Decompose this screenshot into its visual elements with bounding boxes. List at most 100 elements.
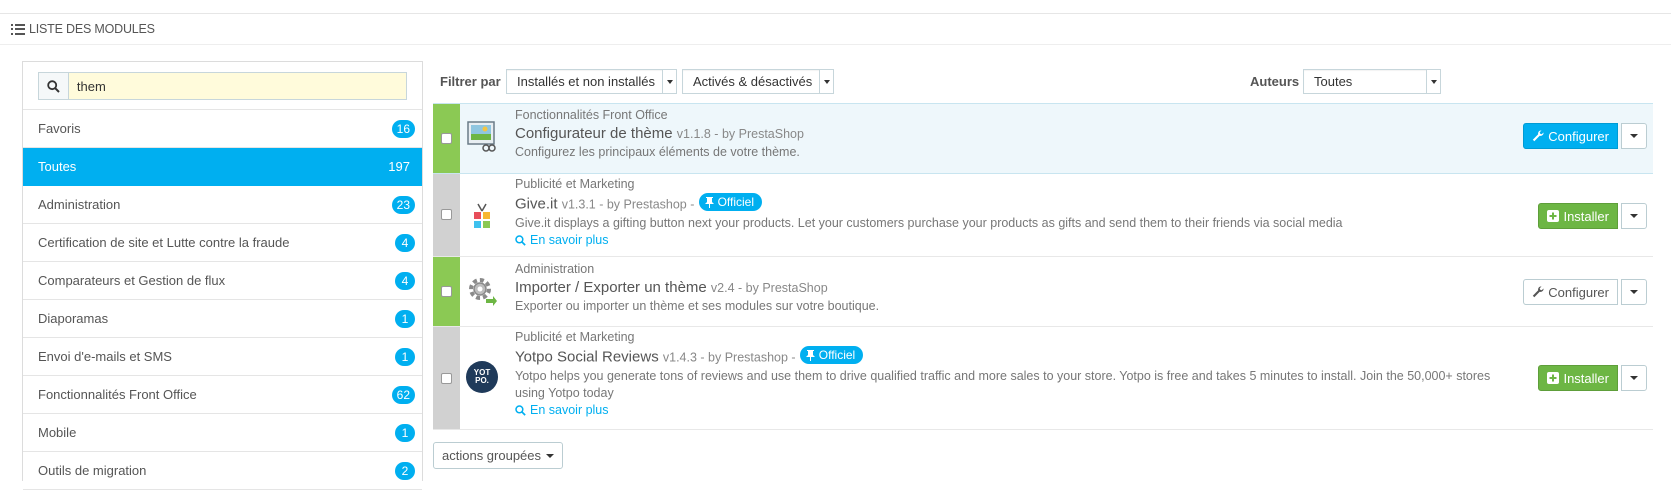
module-actions: Installer [1538, 365, 1647, 391]
panel-title: Liste des modules [29, 22, 155, 36]
module-info: Publicité et Marketing Give.it v1.3.1 - … [515, 176, 1503, 249]
module-info: Fonctionnalités Front Office Configurate… [515, 107, 1503, 161]
category-item-front-office[interactable]: Fonctionnalités Front Office 62 [23, 376, 422, 414]
module-name-line: Yotpo Social Reviews v1.4.3 - by Prestas… [515, 346, 1508, 368]
module-name: Give.it [515, 195, 558, 213]
list-icon [11, 23, 25, 35]
module-row: Publicité et Marketing Give.it v1.3.1 - … [433, 174, 1653, 257]
module-checkbox[interactable] [441, 286, 452, 297]
search-row [23, 62, 422, 110]
module-name-line: Give.it v1.3.1 - by Prestashop - Officie… [515, 193, 1503, 215]
module-description: Yotpo helps you generate tons of reviews… [515, 368, 1491, 400]
module-dropdown-toggle[interactable] [1621, 123, 1647, 149]
official-badge: Officiel [799, 346, 864, 364]
module-info: Administration Importer / Exporter un th… [515, 261, 1503, 315]
category-label: Favoris [38, 121, 81, 136]
category-item-diaporamas[interactable]: Diaporamas 1 [23, 300, 422, 338]
module-table: Fonctionnalités Front Office Configurate… [433, 103, 1653, 430]
category-label: Certification de site et Lutte contre la… [38, 235, 290, 250]
learn-more-link[interactable]: En savoir plus [515, 232, 1503, 249]
bulk-actions-button[interactable]: actions groupées [433, 442, 564, 469]
category-sidebar: Favoris 16 Toutes 197 Administration 23 Cer… [22, 61, 423, 490]
search-icon [515, 234, 526, 246]
panel-heading: Liste des modules [0, 13, 1671, 45]
category-item-migration[interactable]: Outils de migration 2 [23, 452, 422, 490]
module-category: Administration [515, 262, 595, 276]
module-dropdown-toggle[interactable] [1621, 203, 1647, 229]
pin-icon [704, 196, 714, 208]
category-label: Envoi d'e-mails et SMS [38, 349, 172, 364]
module-checkbox[interactable] [441, 133, 452, 144]
module-version: v1.1.8 - by PrestaShop [676, 127, 804, 141]
module-version: v1.4.3 - by Prestashop - [662, 350, 796, 365]
category-count-badge: 4 [395, 233, 415, 252]
category-label: Fonctionnalités Front Office [38, 387, 197, 402]
gear-export-icon [469, 278, 497, 306]
category-item-comparateurs[interactable]: Comparateurs et Gestion de flux 4 [23, 262, 422, 300]
search-button[interactable] [38, 72, 68, 100]
category-item-administration[interactable]: Administration 23 [23, 186, 422, 224]
learn-more-link[interactable]: En savoir plus [515, 402, 1508, 419]
category-label: Diaporamas [38, 311, 109, 326]
giveit-icon [474, 203, 490, 228]
enabled-status-select[interactable]: Activés & désactivés [682, 69, 834, 94]
plus-square-icon [1547, 372, 1560, 384]
module-name: Configurateur de thème [515, 125, 673, 142]
module-category: Publicité et Marketing [515, 177, 635, 191]
module-search-input[interactable] [67, 72, 407, 100]
category-item-favoris[interactable]: Favoris 16 [23, 110, 422, 148]
module-row: Administration Importer / Exporter un th… [433, 257, 1653, 327]
module-description: Give.it displays a gifting button next y… [515, 215, 1343, 230]
caret-down-icon [546, 453, 555, 462]
authors-label: Auteurs [1250, 74, 1300, 89]
module-dropdown-toggle[interactable] [1621, 365, 1647, 391]
configure-button-label: Configurer [1548, 128, 1609, 144]
category-label: Comparateurs et Gestion de flux [38, 273, 226, 288]
configure-button-label: Configurer [1548, 284, 1609, 300]
module-actions: Configurer [1523, 123, 1647, 149]
module-checkbox[interactable] [441, 209, 452, 220]
chevron-down-icon [1426, 70, 1440, 93]
official-badge: Officiel [698, 193, 763, 211]
install-status-select[interactable]: Installés et non installés [506, 69, 677, 94]
filter-bar: Filtrer par Installés et non installés A… [440, 69, 1441, 95]
official-badge-label: Officiel [717, 194, 755, 209]
category-count-badge: 23 [391, 195, 415, 214]
learn-more-label: En savoir plus [530, 402, 609, 417]
module-category: Fonctionnalités Front Office [515, 108, 668, 122]
module-description: Exporter ou importer un thème et ses mod… [515, 299, 880, 313]
install-button-label: Installer [1563, 208, 1609, 224]
category-count-badge: 4 [395, 271, 415, 290]
theme-configurator-icon [467, 121, 496, 152]
category-item-mobile[interactable]: Mobile 1 [23, 414, 422, 452]
module-info: Publicité et Marketing Yotpo Social Revi… [515, 329, 1508, 419]
configure-button[interactable]: Configurer [1523, 279, 1618, 305]
category-item-toutes[interactable]: Toutes 197 [23, 148, 422, 186]
category-item-certification[interactable]: Certification de site et Lutte contre la… [23, 224, 422, 262]
authors-select[interactable]: Toutes [1303, 69, 1441, 94]
category-count-badge: 2 [395, 461, 415, 480]
install-button[interactable]: Installer [1538, 365, 1618, 391]
category-label: Outils de migration [38, 463, 147, 478]
category-count-badge: 1 [395, 309, 415, 328]
chevron-down-icon [662, 70, 676, 93]
install-status-value: Installés et non installés [517, 74, 656, 89]
category-label: Mobile [38, 425, 77, 440]
module-version: v2.4 - by PrestaShop [710, 281, 828, 295]
configure-button[interactable]: Configurer [1523, 123, 1618, 149]
module-actions: Installer [1538, 203, 1647, 229]
wrench-icon [1533, 286, 1544, 298]
install-button[interactable]: Installer [1538, 203, 1618, 229]
learn-more-label: En savoir plus [530, 232, 609, 247]
category-label: Administration [38, 197, 121, 212]
official-badge-label: Officiel [818, 347, 856, 362]
category-item-envoi-emails[interactable]: Envoi d'e-mails et SMS 1 [23, 338, 422, 376]
yotpo-icon: YOT PO. [466, 361, 498, 393]
category-count-badge: 197 [388, 159, 410, 174]
module-checkbox[interactable] [441, 373, 452, 384]
module-dropdown-toggle[interactable] [1621, 279, 1647, 305]
module-category: Publicité et Marketing [515, 330, 635, 344]
module-name-line: Configurateur de thème v1.1.8 - by Prest… [515, 124, 1503, 144]
category-list: Favoris 16 Toutes 197 Administration 23 Cer… [23, 110, 422, 490]
module-actions: Configurer [1523, 279, 1647, 305]
